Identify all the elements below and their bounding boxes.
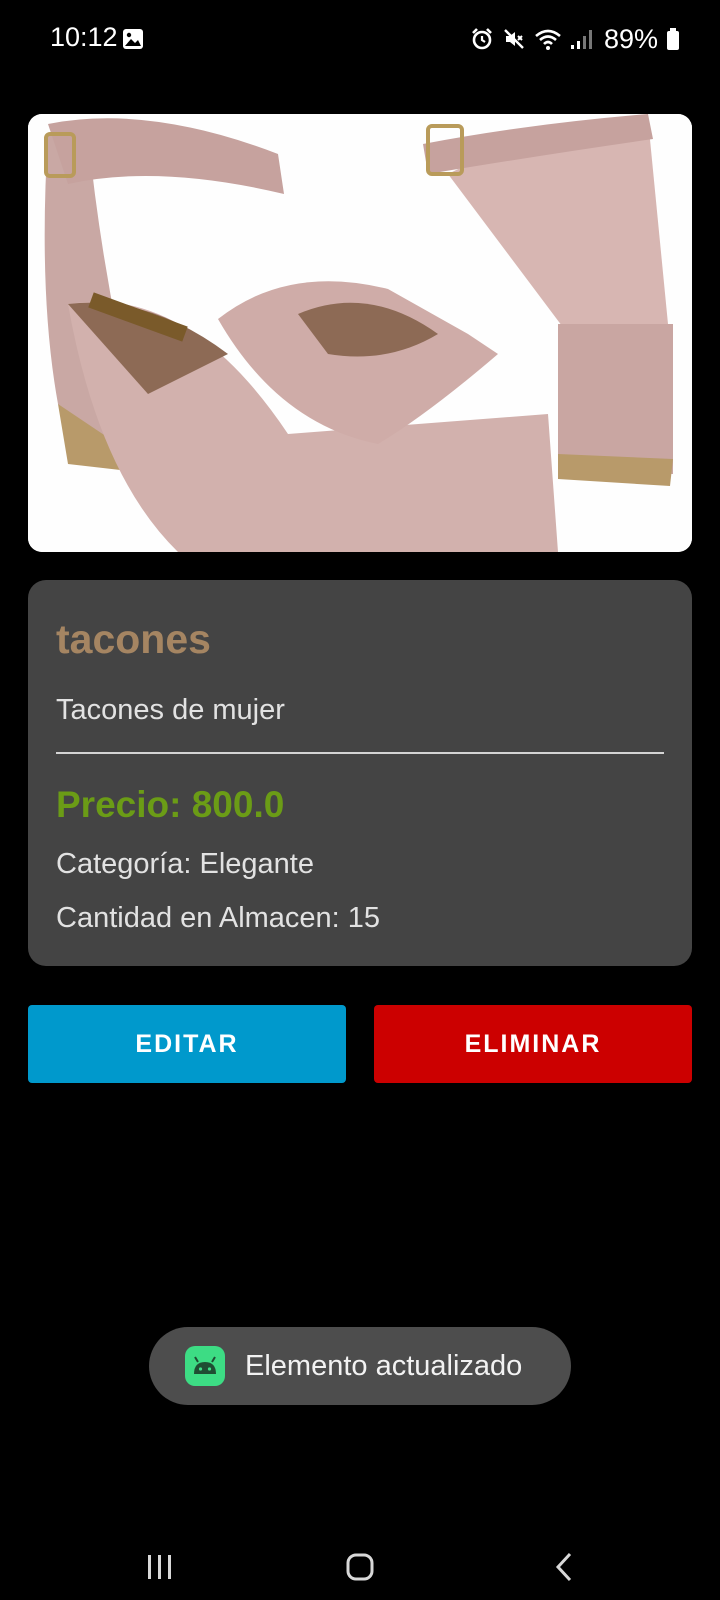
delete-button[interactable]: ELIMINAR: [374, 1005, 692, 1083]
status-time: 10:12: [50, 22, 118, 52]
status-bar: 10:12 89%: [0, 0, 720, 80]
battery-percent: 89%: [603, 23, 658, 54]
product-category: Categoría: Elegante: [56, 848, 314, 880]
recents-icon[interactable]: [130, 1542, 190, 1592]
product-name: tacones: [56, 616, 211, 662]
product-image: [28, 114, 692, 552]
navigation-bar: [0, 1530, 720, 1600]
mute-icon: [502, 27, 526, 51]
product-info-card: tacones Tacones de mujer Precio: 800.0 C…: [28, 580, 692, 966]
product-price: Precio: 800.0: [56, 784, 285, 825]
divider: [56, 752, 664, 754]
gallery-icon: [122, 28, 144, 50]
android-icon: [185, 1346, 225, 1386]
back-icon[interactable]: [534, 1542, 594, 1592]
toast: Elemento actualizado: [149, 1327, 571, 1405]
edit-button[interactable]: EDITAR: [28, 1005, 346, 1083]
home-icon[interactable]: [330, 1542, 390, 1592]
product-description: Tacones de mujer: [56, 694, 285, 726]
status-icons: 89%: [470, 22, 680, 56]
signal-icon: [570, 27, 592, 51]
product-stock: Cantidad en Almacen: 15: [56, 902, 381, 934]
battery-icon: [666, 27, 680, 51]
wifi-icon: [534, 27, 562, 51]
toast-message: Elemento actualizado: [245, 1349, 523, 1382]
alarm-icon: [470, 27, 494, 51]
